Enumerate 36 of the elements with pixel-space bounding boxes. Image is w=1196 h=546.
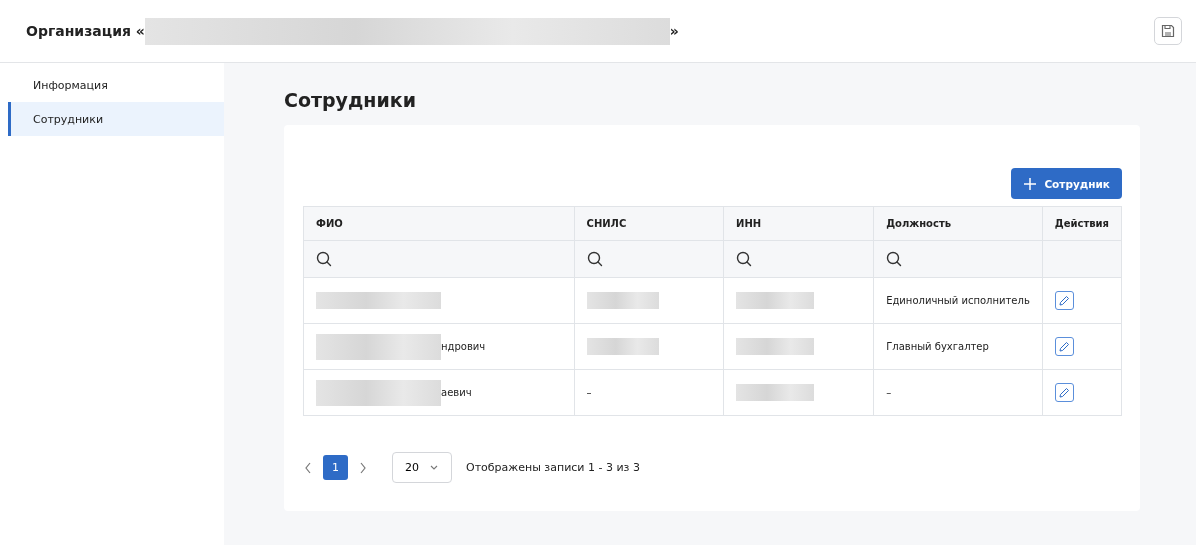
- edit-button[interactable]: [1054, 383, 1074, 402]
- records-summary: Отображены записи 1 - 3 из 3: [466, 461, 640, 474]
- chevron-down-icon: [429, 464, 439, 471]
- add-employee-button[interactable]: Сотрудник: [1011, 168, 1122, 199]
- save-icon: [1160, 23, 1176, 39]
- sidebar-item[interactable]: Информация: [8, 68, 224, 102]
- page-title: Сотрудники: [284, 89, 417, 111]
- sidebar-item[interactable]: Сотрудники: [8, 102, 224, 136]
- pencil-icon: [1058, 386, 1071, 399]
- title-text: Организация «: [26, 23, 145, 39]
- column-header: СНИЛС: [574, 206, 724, 241]
- search-icon[interactable]: [586, 251, 603, 267]
- pencil-icon: [1058, 294, 1071, 307]
- plus-icon: [1023, 176, 1038, 191]
- previous-page-button[interactable]: [303, 460, 313, 475]
- table-cell-text: ндрович: [441, 341, 486, 352]
- table-cell-text: –: [886, 387, 892, 398]
- column-header: Должность: [873, 206, 1043, 241]
- search-icon[interactable]: [886, 251, 903, 267]
- edit-button[interactable]: [1054, 291, 1074, 310]
- column-header: ФИО: [303, 206, 575, 241]
- next-page-button[interactable]: [358, 460, 368, 475]
- table-cell-text: Единоличный исполнитель: [886, 295, 1030, 306]
- edit-button[interactable]: [1054, 337, 1074, 356]
- page-button[interactable]: 1: [323, 455, 348, 480]
- table-cell-text: аевич: [441, 387, 472, 398]
- page-size-dropdown[interactable]: 20: [392, 452, 452, 483]
- pencil-icon: [1058, 340, 1071, 353]
- column-header: ИНН: [723, 206, 874, 241]
- search-icon[interactable]: [736, 251, 753, 267]
- table-cell-text: –: [586, 387, 592, 398]
- save-button[interactable]: [1154, 17, 1182, 45]
- title-text: »: [669, 23, 679, 39]
- search-icon[interactable]: [316, 251, 332, 267]
- table-cell-text: Главный бухгалтер: [886, 341, 989, 352]
- column-header: Действия: [1042, 206, 1122, 241]
